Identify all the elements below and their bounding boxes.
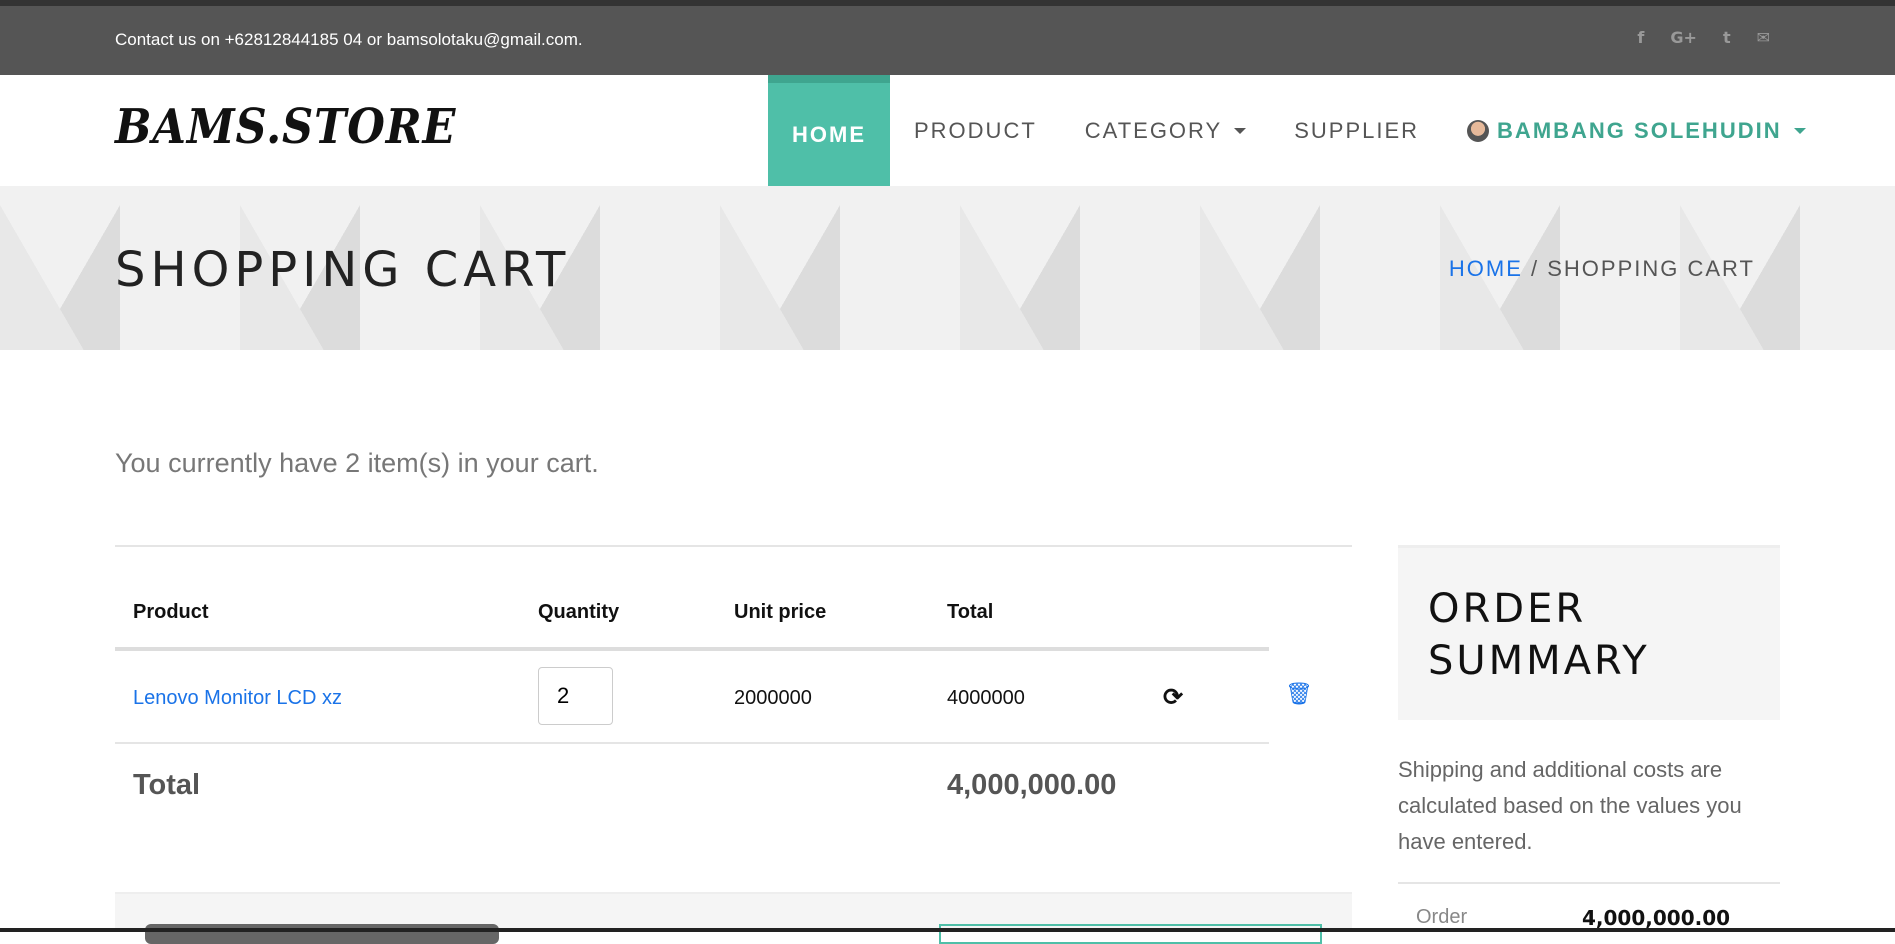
nav-product[interactable]: PRODUCT [890,75,1061,186]
order-summary-title: ORDER SUMMARY [1428,586,1650,684]
header-unit-price: Unit price [734,601,827,623]
header-quantity: Quantity [538,601,620,623]
nav-supplier[interactable]: SUPPLIER [1270,75,1443,186]
total-value: 4,000,000.00 [947,769,1117,801]
unit-price: 2000000 [734,687,812,709]
nav-home[interactable]: HOME [768,75,890,186]
summary-order-value: 4,000,000.00 [1582,906,1731,930]
chevron-down-icon [1793,127,1806,134]
product-link[interactable]: Lenovo Monitor LCD xz [133,687,342,710]
top-bar: Contact us on +62812844185 04 or bamsolo… [0,6,1895,75]
twitter-icon[interactable]: t [1723,28,1731,47]
nav-category[interactable]: CATEGORY [1061,75,1270,186]
checkout-button[interactable] [939,924,1322,944]
header-divider [115,647,1269,651]
refresh-icon[interactable]: ⟳ [1163,683,1183,712]
cart-count-text: You currently have 2 item(s) in your car… [115,448,599,478]
line-total: 4000000 [947,687,1025,709]
breadcrumb-separator: / [1531,256,1540,281]
header-total: Total [947,601,994,623]
email-icon[interactable]: ✉ [1757,28,1770,47]
bottom-edge [0,928,1895,932]
summary-order-label: Order [1416,906,1468,928]
row-divider [115,742,1269,744]
social-links: f G+ t ✉ [1637,28,1770,47]
total-label: Total [133,769,201,801]
cart-actions [115,892,1352,944]
breadcrumb-current: SHOPPING CART [1547,256,1755,281]
order-summary-header: ORDER SUMMARY [1398,545,1780,720]
quantity-input[interactable] [538,667,613,725]
continue-shopping-button[interactable] [145,924,499,944]
nav-category-label: CATEGORY [1084,117,1223,143]
navbar: BAMS.STORE HOME PRODUCT CATEGORY SUPPLIE… [0,75,1895,186]
nav-user-menu[interactable]: BAMBANG SOLEHUDIN [1443,75,1830,186]
trash-icon[interactable]: 🗑 [1285,681,1313,707]
page-banner: SHOPPING CART HOME / SHOPPING CART [0,186,1895,350]
logo[interactable]: BAMS.STORE [115,99,456,155]
google-plus-icon[interactable]: G+ [1670,28,1697,47]
contact-text: Contact us on +62812844185 04 or bamsolo… [115,30,583,49]
cart-table: Product Quantity Unit price Total Lenovo… [115,545,1352,801]
page-title: SHOPPING CART [115,242,571,298]
user-name: BAMBANG SOLEHUDIN [1497,117,1782,143]
summary-divider [1398,882,1780,884]
chevron-down-icon [1234,127,1247,134]
facebook-icon[interactable]: f [1637,28,1644,47]
breadcrumb-home[interactable]: HOME [1449,256,1523,281]
avatar [1467,119,1490,142]
header-product: Product [133,601,209,623]
summary-note: Shipping and additional costs are calcul… [1398,757,1742,854]
breadcrumb: HOME / SHOPPING CART [1449,256,1755,282]
main-menu: HOME PRODUCT CATEGORY SUPPLIER BAMBANG S… [768,75,1830,186]
